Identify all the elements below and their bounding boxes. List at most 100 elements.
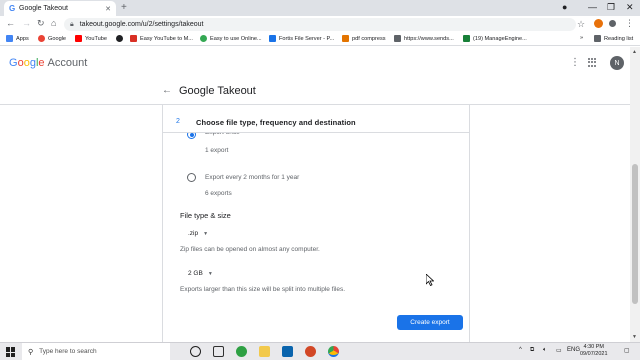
scroll-up-icon[interactable]: ▲ [632, 49, 637, 55]
chevron-down-icon: ▼ [207, 270, 213, 277]
powerpoint-icon[interactable] [305, 346, 316, 357]
account-header: Google Account ⋮ [0, 47, 640, 80]
bookmark-sends[interactable]: https://www.sends... [394, 35, 454, 42]
file-type-size-heading: File type & size [180, 211, 231, 220]
step-number: 2 [176, 118, 180, 125]
minimize-icon[interactable]: — [588, 2, 597, 12]
extension-icon[interactable] [594, 19, 603, 28]
browser-tab-strip: G Google Takeout ✕ + ● — ❐ ✕ [0, 0, 640, 16]
avatar[interactable]: N [610, 56, 624, 70]
step-card: 2 Choose file type, frequency and destin… [162, 105, 470, 342]
globe-icon [116, 35, 123, 42]
bookmark-star-icon[interactable]: ☆ [577, 19, 585, 30]
windows-taskbar: ⚲ Type here to search ^ ⧉ 🔈︎ ▭ ENG 4:30 … [0, 342, 640, 360]
site-icon [394, 35, 401, 42]
task-view-icon[interactable] [213, 346, 224, 357]
bookmarks-bar: Apps Google YouTube Easy YouTube to M...… [0, 33, 640, 46]
file-type-select[interactable]: .zip ▼ [188, 230, 208, 237]
network-icon[interactable]: ⧉ [530, 347, 534, 354]
google-account-logo[interactable]: Google Account [9, 57, 87, 69]
bookmark-easy-online[interactable]: Easy to use Online... [200, 35, 262, 42]
cortana-icon[interactable] [190, 346, 201, 357]
window-close-icon[interactable]: ✕ [626, 2, 634, 13]
back-arrow-icon[interactable]: ← [162, 85, 172, 96]
volume-icon[interactable]: 🔈︎ [543, 347, 547, 354]
browser-tab[interactable]: G Google Takeout ✕ [4, 1, 116, 16]
reading-list[interactable]: Reading list [594, 35, 633, 42]
chevron-down-icon: ▼ [203, 230, 209, 237]
browser-tab-title: Google Takeout [19, 5, 68, 12]
create-export-button[interactable]: Create export [397, 315, 463, 330]
browser-menu-icon[interactable]: ⋮ [625, 18, 634, 29]
file-type-hint: Zip files can be opened on almost any co… [180, 246, 320, 253]
clock-date: 09/07/2021 [580, 351, 608, 357]
windows-start-icon[interactable] [6, 347, 16, 357]
page-title: Google Takeout [179, 85, 256, 97]
battery-icon[interactable]: ▭ [556, 347, 562, 354]
bookmark-easy-youtube[interactable]: Easy YouTube to M... [130, 35, 193, 42]
step-title: Choose file type, frequency and destinat… [196, 118, 356, 127]
step-header: 2 Choose file type, frequency and destin… [163, 109, 469, 133]
file-size-hint: Exports larger than this size will be sp… [180, 286, 346, 293]
notifications-icon[interactable]: ▢ [624, 347, 630, 354]
mouse-cursor-icon [426, 274, 434, 286]
reading-list-icon [594, 35, 601, 42]
export-periodic-label[interactable]: Export every 2 months for 1 year [205, 174, 299, 181]
takeout-header: ← Google Takeout [0, 80, 630, 105]
taskbar-clock[interactable]: 4:30 PM 09/07/2021 [580, 344, 608, 358]
bookmark-manageengine[interactable]: (19) ManageEngine... [463, 35, 527, 42]
bookmark-google[interactable]: Google [38, 35, 66, 42]
google-favicon-icon: G [9, 4, 16, 13]
bookmark-pdf-compress[interactable]: pdf compress [342, 35, 386, 42]
browser-toolbar: ← → ↻ ⌂ 🔒︎ takeout.google.com/u/2/settin… [0, 16, 640, 33]
scrollbar-thumb[interactable] [632, 164, 638, 304]
extensions-puzzle-icon[interactable] [609, 20, 616, 27]
edge-browser-icon[interactable] [236, 346, 247, 357]
google-apps-icon[interactable] [588, 58, 597, 67]
site-icon [200, 35, 207, 42]
file-size-select[interactable]: 2 GB ▼ [188, 270, 213, 277]
chrome-taskbar-icon[interactable] [328, 346, 339, 357]
address-url: takeout.google.com/u/2/settings/takeout [79, 21, 204, 28]
search-icon: ⚲ [28, 348, 34, 356]
apps-grid-icon [6, 35, 13, 42]
main-content: 2 Choose file type, frequency and destin… [0, 105, 630, 342]
bookmark-youtube[interactable]: YouTube [75, 35, 107, 42]
account-label: Account [47, 57, 88, 69]
reload-icon[interactable]: ↻ [37, 18, 45, 29]
bookmark-fortis[interactable]: Fortis File Server - P... [269, 35, 334, 42]
clock-time: 4:30 PM [583, 344, 604, 350]
language-indicator[interactable]: ENG [567, 347, 580, 353]
site-icon [130, 35, 137, 42]
site-icon [269, 35, 276, 42]
scroll-down-icon[interactable]: ▼ [632, 334, 637, 340]
new-tab-icon[interactable]: + [121, 2, 127, 13]
back-icon[interactable]: ← [6, 18, 15, 28]
page-scrollbar[interactable]: ▲ ▼ [630, 47, 640, 342]
profile-circle-icon[interactable]: ● [562, 2, 567, 12]
youtube-icon [75, 35, 82, 42]
file-size-value: 2 GB [188, 270, 203, 277]
tab-close-icon[interactable]: ✕ [105, 5, 111, 13]
export-once-count: 1 export [205, 147, 229, 154]
taskbar-search-box[interactable]: ⚲ Type here to search [22, 343, 170, 360]
export-periodic-count: 6 exports [205, 190, 232, 197]
home-icon[interactable]: ⌂ [51, 18, 56, 28]
site-icon [342, 35, 349, 42]
site-icon [463, 35, 470, 42]
file-type-value: .zip [188, 230, 199, 237]
export-periodic-radio[interactable] [187, 173, 196, 182]
tray-chevron-icon[interactable]: ^ [519, 347, 522, 353]
restore-icon[interactable]: ❐ [607, 2, 615, 13]
address-bar[interactable]: 🔒︎ takeout.google.com/u/2/settings/takeo… [64, 18, 576, 31]
more-options-icon[interactable]: ⋮ [570, 57, 580, 68]
bookmark-unnamed[interactable] [116, 35, 126, 42]
search-placeholder: Type here to search [39, 348, 97, 355]
google-icon [38, 35, 45, 42]
bookmarks-more[interactable]: » [580, 35, 583, 41]
forward-icon[interactable]: → [22, 18, 31, 28]
bookmark-apps[interactable]: Apps [6, 35, 29, 42]
lock-icon[interactable]: 🔒︎ [70, 21, 74, 29]
outlook-icon[interactable] [282, 346, 293, 357]
file-explorer-icon[interactable] [259, 346, 270, 357]
